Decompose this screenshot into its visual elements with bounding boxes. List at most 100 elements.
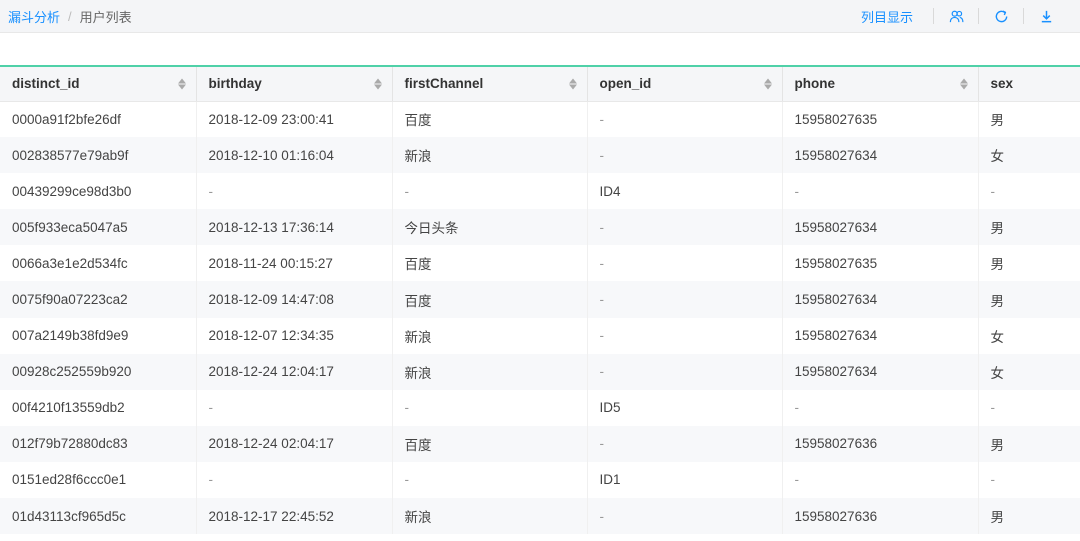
cell-sex: 男	[978, 425, 1080, 462]
sort-icon[interactable]	[568, 78, 577, 90]
cell-sex: 男	[978, 209, 1080, 246]
cell-birthday: 2018-12-24 02:04:17	[196, 425, 393, 462]
cell-phone: 15958027634	[782, 317, 979, 354]
cell-phone: 15958027636	[782, 498, 979, 535]
column-header-sex[interactable]: sex	[978, 67, 1080, 102]
table-row[interactable]: 0151ed28f6ccc0e1- - ID1- -	[0, 461, 1080, 499]
cell-phone: 15958027635	[782, 101, 979, 138]
cell-open-id: ID4	[587, 173, 783, 210]
cell-distinct-id: 0066a3e1e2d534fc	[0, 245, 197, 282]
cell-birthday: 2018-12-10 01:16:04	[196, 137, 393, 174]
breadcrumb-funnel-analysis[interactable]: 漏斗分析	[8, 7, 60, 26]
cell-phone: -	[782, 173, 979, 210]
cell-sex: -	[978, 173, 1080, 210]
cell-open-id: -	[587, 101, 783, 138]
cell-phone: 15958027634	[782, 281, 979, 318]
cell-phone: 15958027634	[782, 353, 979, 390]
table-header-row: distinct_id birthday firstChannel open_i…	[0, 67, 1080, 102]
table-row[interactable]: 00f4210f13559db2- - ID5- -	[0, 389, 1080, 426]
table-body: 0000a91f2bfe26df 2018-12-09 23:00:41 百度 -15…	[0, 101, 1080, 535]
table-row[interactable]: 002838577e79ab9f 2018-12-10 01:16:04 新浪 -15…	[0, 137, 1080, 174]
table-row[interactable]: 00928c252559b920 2018-12-24 12:04:17 新浪 -15…	[0, 353, 1080, 390]
cell-sex: 男	[978, 101, 1080, 138]
column-header-label: distinct_id	[12, 76, 80, 92]
column-header-distinct-id[interactable]: distinct_id	[0, 67, 197, 102]
cell-distinct-id: 005f933eca5047a5	[0, 209, 197, 246]
cell-distinct-id: 00439299ce98d3b0	[0, 173, 197, 210]
cell-sex: 女	[978, 353, 1080, 390]
cell-distinct-id: 007a2149b38fd9e9	[0, 317, 197, 354]
cell-open-id: -	[587, 245, 783, 282]
cell-birthday: 2018-12-07 12:34:35	[196, 317, 393, 354]
users-icon[interactable]	[934, 0, 978, 32]
cell-sex: 男	[978, 281, 1080, 318]
cell-open-id: -	[587, 498, 783, 535]
cell-open-id: -	[587, 317, 783, 354]
cell-phone: 15958027635	[782, 245, 979, 282]
table-row[interactable]: 007a2149b38fd9e9 2018-12-07 12:34:35 新浪 -15…	[0, 317, 1080, 354]
cell-first-channel: 新浪	[392, 498, 588, 535]
cell-first-channel: 今日头条	[392, 209, 588, 246]
column-header-phone[interactable]: phone	[782, 67, 979, 102]
table-row[interactable]: 00439299ce98d3b0- - ID4- -	[0, 173, 1080, 210]
table-row[interactable]: 0066a3e1e2d534fc 2018-11-24 00:15:27 百度 -15…	[0, 245, 1080, 282]
table-row[interactable]: 01d43113cf965d5c 2018-12-17 22:45:52 新浪 -15…	[0, 498, 1080, 535]
sort-icon[interactable]	[763, 78, 772, 90]
cell-birthday: -	[196, 173, 393, 210]
cell-phone: 15958027634	[782, 209, 979, 246]
cell-first-channel: 百度	[392, 245, 588, 282]
cell-sex: -	[978, 389, 1080, 426]
cell-open-id: -	[587, 209, 783, 246]
cell-first-channel: 百度	[392, 281, 588, 318]
cell-phone: 15958027636	[782, 425, 979, 462]
column-header-label: sex	[990, 76, 1014, 92]
filter-area	[0, 33, 1080, 65]
cell-open-id: -	[587, 137, 783, 174]
cell-birthday: 2018-12-24 12:04:17	[196, 353, 393, 390]
sort-icon[interactable]	[959, 78, 968, 90]
cell-open-id: -	[587, 425, 783, 462]
column-header-label: birthday	[208, 76, 262, 92]
cell-birthday: -	[196, 461, 393, 499]
cell-birthday: 2018-12-17 22:45:52	[196, 498, 393, 535]
cell-open-id: -	[587, 281, 783, 318]
toolbar: 列目显示	[861, 0, 1068, 32]
cell-first-channel: 新浪	[392, 317, 588, 354]
cell-distinct-id: 00928c252559b920	[0, 353, 197, 390]
cell-sex: 男	[978, 245, 1080, 282]
sort-icon[interactable]	[373, 78, 382, 90]
cell-first-channel: -	[392, 389, 588, 426]
table-row[interactable]: 005f933eca5047a5 2018-12-13 17:36:14 今日头条 -…	[0, 209, 1080, 246]
refresh-icon[interactable]	[979, 0, 1023, 32]
cell-birthday: -	[196, 389, 393, 426]
cell-phone: -	[782, 461, 979, 499]
cell-first-channel: -	[392, 173, 588, 210]
cell-phone: -	[782, 389, 979, 426]
sort-icon[interactable]	[177, 78, 186, 90]
cell-phone: 15958027634	[782, 137, 979, 174]
column-header-birthday[interactable]: birthday	[196, 67, 393, 102]
top-bar: 漏斗分析 / 用户列表 列目显示	[0, 0, 1080, 33]
column-header-open-id[interactable]: open_id	[587, 67, 783, 102]
table-row[interactable]: 012f79b72880dc83 2018-12-24 02:04:17 百度 -15…	[0, 425, 1080, 462]
cell-first-channel: 新浪	[392, 353, 588, 390]
column-display-button[interactable]: 列目显示	[861, 7, 913, 26]
cell-first-channel: 百度	[392, 101, 588, 138]
cell-birthday: 2018-12-09 23:00:41	[196, 101, 393, 138]
cell-distinct-id: 0151ed28f6ccc0e1	[0, 461, 197, 499]
table-row[interactable]: 0075f90a07223ca2 2018-12-09 14:47:08 百度 -15…	[0, 281, 1080, 318]
download-icon[interactable]	[1024, 0, 1068, 32]
cell-first-channel: -	[392, 461, 588, 499]
cell-open-id: ID1	[587, 461, 783, 499]
cell-first-channel: 百度	[392, 425, 588, 462]
cell-sex: 女	[978, 317, 1080, 354]
column-header-first-channel[interactable]: firstChannel	[392, 67, 588, 102]
cell-birthday: 2018-12-09 14:47:08	[196, 281, 393, 318]
cell-sex: -	[978, 461, 1080, 499]
table-row[interactable]: 0000a91f2bfe26df 2018-12-09 23:00:41 百度 -15…	[0, 101, 1080, 138]
cell-distinct-id: 0000a91f2bfe26df	[0, 101, 197, 138]
cell-distinct-id: 01d43113cf965d5c	[0, 498, 197, 535]
column-header-label: open_id	[599, 76, 652, 92]
cell-sex: 女	[978, 137, 1080, 174]
breadcrumb: 漏斗分析 / 用户列表	[8, 7, 132, 26]
